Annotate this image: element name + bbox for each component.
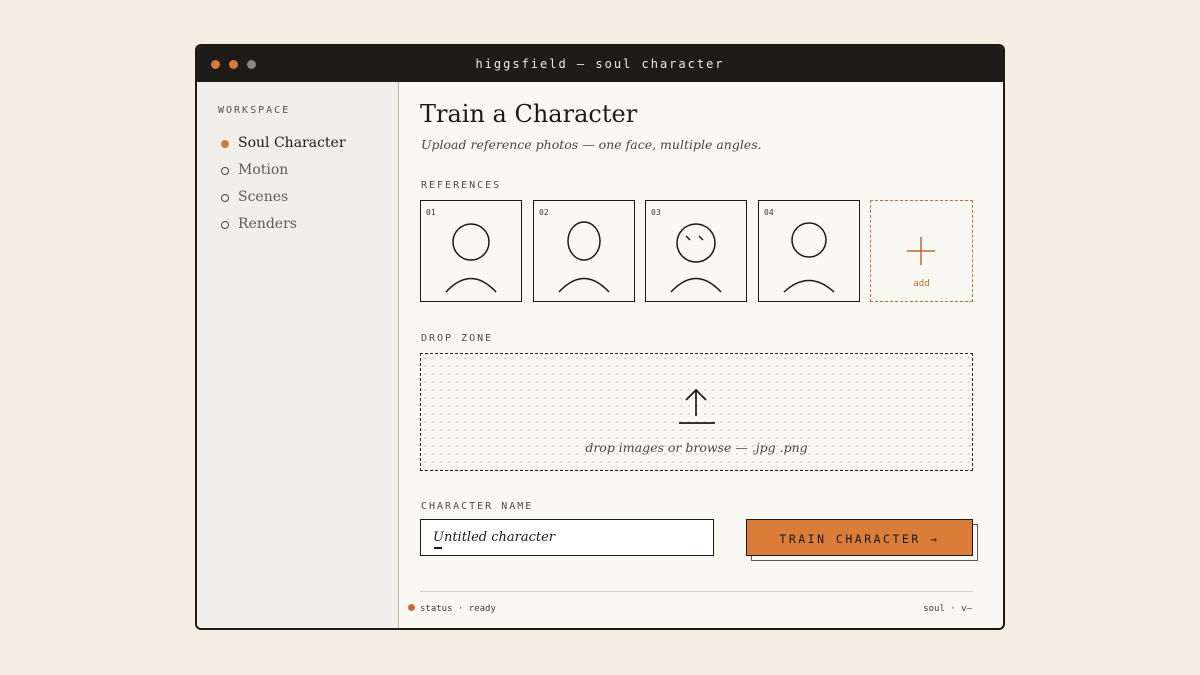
face-squint-icon [670, 223, 722, 293]
train-character-label: TRAIN CHARACTER → [779, 532, 940, 546]
plus-icon [907, 237, 935, 265]
sidebar-item-label: Scenes [238, 189, 289, 205]
footer-divider [420, 591, 973, 592]
drop-zone-label: DROP ZONE [421, 333, 494, 344]
face-oval-icon [558, 221, 610, 293]
page-subtitle: Upload reference photos — one face, mult… [421, 137, 762, 152]
status-dot-icon [408, 604, 415, 611]
train-character-button[interactable]: TRAIN CHARACTER → [746, 519, 973, 556]
status-text: status · ready [420, 604, 496, 614]
drop-zone[interactable]: drop images or browse — .jpg .png [420, 353, 973, 471]
upload-icon [679, 388, 715, 424]
title-bar: higgsfield — soul character [197, 46, 1003, 82]
bullet-icon [221, 167, 229, 175]
add-label: add [913, 279, 930, 289]
character-name-label: CHARACTER NAME [421, 501, 534, 512]
active-bullet-icon [221, 140, 229, 148]
face-front-icon [445, 223, 497, 293]
version-text: soul · v— [923, 604, 972, 614]
bullet-icon [221, 194, 229, 202]
window-title: higgsfield — soul character [475, 57, 725, 71]
sidebar-item-label: Renders [238, 216, 297, 232]
add-reference-button[interactable]: add [870, 200, 973, 302]
sidebar-item-renders[interactable]: Renders [221, 216, 381, 236]
main-panel: Train a Character Upload reference photo… [399, 82, 1003, 628]
reference-card-04[interactable]: 04 [758, 200, 860, 302]
sidebar: WORKSPACE Soul Character Motion Scenes R… [197, 82, 399, 628]
sidebar-item-label: Soul Character [238, 135, 346, 151]
sidebar-item-motion[interactable]: Motion [221, 162, 381, 182]
sidebar-item-scenes[interactable]: Scenes [221, 189, 381, 209]
bullet-icon [221, 221, 229, 229]
references-label: REFERENCES [421, 180, 502, 191]
page-title: Train a Character [420, 100, 638, 128]
character-name-input[interactable]: Untitled character [420, 519, 714, 556]
text-caret [434, 547, 442, 549]
sidebar-item-soul-character[interactable]: Soul Character [221, 135, 381, 155]
sidebar-item-label: Motion [238, 162, 289, 178]
workspace-label: WORKSPACE [218, 105, 291, 116]
drop-zone-text: drop images or browse — .jpg .png [585, 440, 808, 455]
reference-card-02[interactable]: 02 [533, 200, 635, 302]
face-front-icon [783, 222, 835, 293]
character-name-value: Untitled character [433, 530, 556, 545]
reference-card-01[interactable]: 01 [420, 200, 522, 302]
app-window: higgsfield — soul character WORKSPACE So… [195, 44, 1005, 630]
reference-card-03[interactable]: 03 [645, 200, 747, 302]
